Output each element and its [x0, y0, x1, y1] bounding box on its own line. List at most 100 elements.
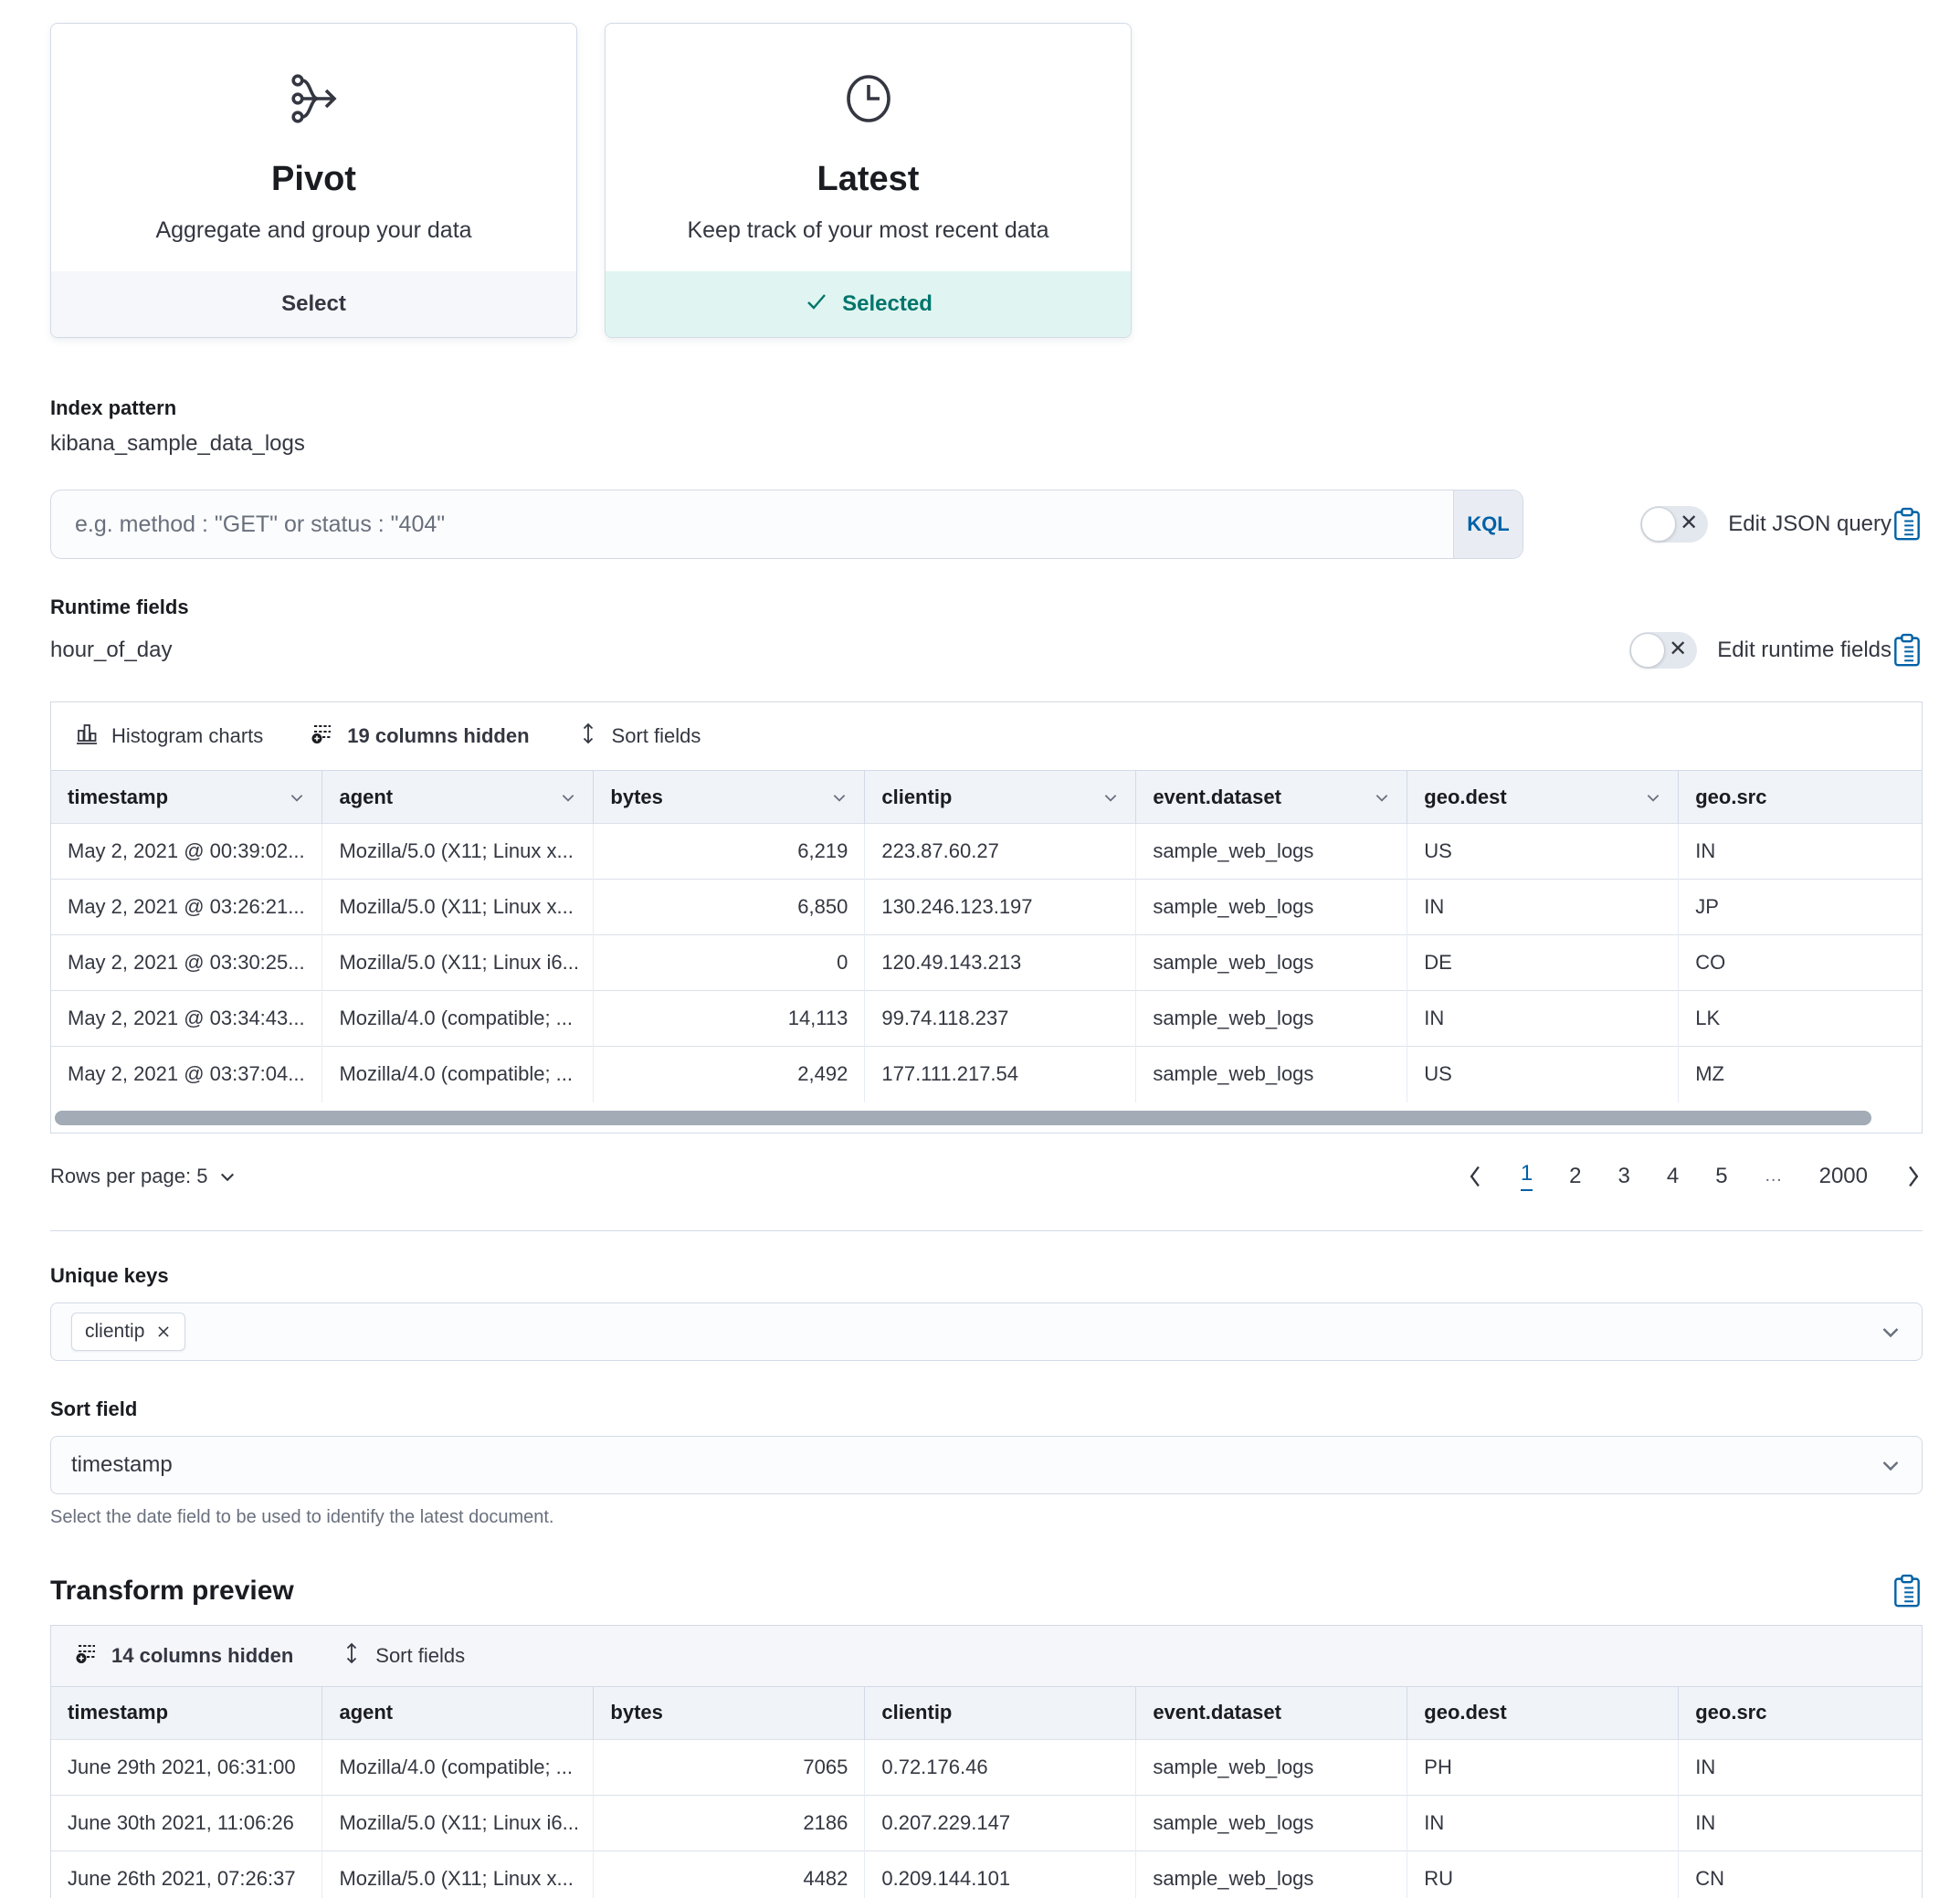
column-header[interactable]: bytes — [594, 771, 865, 824]
table-cell: IN — [1407, 991, 1679, 1047]
column-header[interactable]: agent — [322, 1686, 594, 1739]
chevron-down-icon — [1374, 789, 1390, 806]
table-cell: IN — [1407, 1795, 1679, 1851]
column-header[interactable]: clientip — [865, 771, 1136, 824]
page-button-3[interactable]: 3 — [1618, 1164, 1630, 1189]
remove-chip-icon[interactable] — [155, 1323, 172, 1340]
check-icon — [804, 289, 829, 321]
preview-data-grid: 14 columns hidden Sort fields timestamp — [50, 1625, 1923, 1898]
toggle-knob — [1641, 507, 1676, 542]
copy-runtime-fields-icon[interactable] — [1892, 633, 1923, 668]
table-cell: 0.72.176.46 — [865, 1739, 1136, 1795]
page-button-5[interactable]: 5 — [1715, 1164, 1727, 1189]
table-cell: 7065 — [594, 1739, 865, 1795]
kql-search-input[interactable] — [51, 490, 1453, 558]
table-cell: sample_web_logs — [1136, 824, 1407, 880]
chevron-down-icon[interactable] — [1880, 1454, 1902, 1476]
pivot-select-button[interactable]: Select — [51, 271, 576, 337]
page-button-4[interactable]: 4 — [1667, 1164, 1679, 1189]
table-cell: 2186 — [594, 1795, 865, 1851]
column-header[interactable]: event.dataset — [1136, 1686, 1407, 1739]
latest-selected-button[interactable]: Selected — [606, 271, 1131, 337]
column-header[interactable]: event.dataset — [1136, 771, 1407, 824]
column-header[interactable]: bytes — [594, 1686, 865, 1739]
sort-field-select[interactable]: timestamp — [50, 1436, 1923, 1494]
sort-field-help-text: Select the date field to be used to iden… — [50, 1507, 1923, 1528]
copy-preview-icon[interactable] — [1892, 1574, 1923, 1608]
table-cell: 0.207.229.147 — [865, 1795, 1136, 1851]
table-cell: May 2, 2021 @ 03:34:43... — [51, 991, 322, 1047]
scrollbar-thumb[interactable] — [55, 1111, 1871, 1125]
kql-language-button[interactable]: KQL — [1453, 490, 1523, 558]
source-grid-toolbar: Histogram charts 19 columns hidden — [51, 702, 1922, 770]
edit-runtime-fields-label[interactable]: Edit runtime fields — [1717, 638, 1892, 663]
table-cell: MZ — [1679, 1047, 1922, 1102]
source-table: timestamp agent bytes clientip event.dat… — [51, 770, 1922, 1102]
column-header[interactable]: geo.dest — [1407, 771, 1679, 824]
table-cell: 120.49.143.213 — [865, 935, 1136, 991]
table-cell: 130.246.123.197 — [865, 880, 1136, 935]
edit-json-query-toggle[interactable]: ✕ — [1640, 506, 1708, 543]
table-cell: 223.87.60.27 — [865, 824, 1136, 880]
columns-hidden-button[interactable]: 19 columns hidden — [311, 722, 529, 751]
page-ellipsis: … — [1765, 1165, 1783, 1186]
column-header[interactable]: timestamp — [51, 771, 322, 824]
query-row: KQL ✕ Edit JSON query — [50, 490, 1923, 559]
page-button-last[interactable]: 2000 — [1819, 1164, 1868, 1189]
table-cell: 99.74.118.237 — [865, 991, 1136, 1047]
column-header[interactable]: timestamp — [51, 1686, 322, 1739]
column-header[interactable]: geo.dest — [1407, 1686, 1679, 1739]
index-pattern-label: Index pattern — [50, 396, 1923, 420]
latest-card[interactable]: Latest Keep track of your most recent da… — [605, 23, 1132, 338]
table-cell: IN — [1407, 880, 1679, 935]
sort-field-label: Sort field — [50, 1397, 1923, 1421]
sort-field-value: timestamp — [71, 1452, 173, 1478]
chevron-down-icon[interactable] — [1880, 1321, 1902, 1343]
latest-card-title: Latest — [817, 160, 920, 199]
page-button-1[interactable]: 1 — [1521, 1161, 1533, 1191]
unique-keys-label: Unique keys — [50, 1264, 1923, 1288]
histogram-charts-button[interactable]: Histogram charts — [75, 722, 263, 751]
table-cell: US — [1407, 824, 1679, 880]
edit-json-query-label[interactable]: Edit JSON query — [1728, 511, 1892, 537]
clock-icon — [839, 69, 898, 132]
table-cell: PH — [1407, 1739, 1679, 1795]
copy-query-icon[interactable] — [1892, 507, 1923, 542]
table-cell: sample_web_logs — [1136, 991, 1407, 1047]
table-cell: Mozilla/4.0 (compatible; ... — [322, 1739, 594, 1795]
table-cell: June 29th 2021, 06:31:00 — [51, 1739, 322, 1795]
table-cell: CO — [1679, 935, 1922, 991]
chevron-down-icon — [1645, 789, 1661, 806]
edit-runtime-fields-toggle[interactable]: ✕ — [1629, 632, 1697, 669]
table-cell: Mozilla/5.0 (X11; Linux x... — [322, 824, 594, 880]
table-cell: Mozilla/4.0 (compatible; ... — [322, 991, 594, 1047]
table-row: May 2, 2021 @ 03:26:21...Mozilla/5.0 (X1… — [51, 880, 1922, 935]
rows-per-page-button[interactable]: Rows per page: 5 — [50, 1165, 237, 1188]
chevron-down-icon — [1102, 789, 1119, 806]
runtime-fields-label: Runtime fields — [50, 596, 1923, 619]
pivot-card-description: Aggregate and group your data — [155, 217, 471, 244]
toggle-off-icon: ✕ — [1680, 510, 1698, 536]
table-cell: Mozilla/5.0 (X11; Linux i6... — [322, 1795, 594, 1851]
table-row: May 2, 2021 @ 03:30:25...Mozilla/5.0 (X1… — [51, 935, 1922, 991]
sort-fields-button[interactable]: Sort fields — [341, 1641, 465, 1671]
next-page-button[interactable] — [1904, 1165, 1923, 1188]
table-cell: 0.209.144.101 — [865, 1851, 1136, 1898]
table-cell: 6,219 — [594, 824, 865, 880]
pivot-card[interactable]: Pivot Aggregate and group your data Sele… — [50, 23, 577, 338]
column-header[interactable]: clientip — [865, 1686, 1136, 1739]
table-cell: sample_web_logs — [1136, 1795, 1407, 1851]
horizontal-scrollbar[interactable] — [51, 1102, 1922, 1133]
columns-hidden-button[interactable]: 14 columns hidden — [75, 1641, 293, 1671]
column-header[interactable]: geo.src — [1679, 1686, 1922, 1739]
method-cards: Pivot Aggregate and group your data Sele… — [50, 23, 1923, 338]
page-button-2[interactable]: 2 — [1569, 1164, 1581, 1189]
column-header[interactable]: geo.src — [1679, 771, 1922, 824]
table-cell: 177.111.217.54 — [865, 1047, 1136, 1102]
columns-hidden-icon — [311, 722, 334, 751]
sort-fields-button[interactable]: Sort fields — [577, 722, 701, 751]
preview-header-row: timestamp agent bytes clientip event.dat… — [51, 1686, 1922, 1739]
unique-keys-combobox[interactable]: clientip — [50, 1302, 1923, 1361]
previous-page-button[interactable] — [1466, 1165, 1484, 1188]
column-header[interactable]: agent — [322, 771, 594, 824]
